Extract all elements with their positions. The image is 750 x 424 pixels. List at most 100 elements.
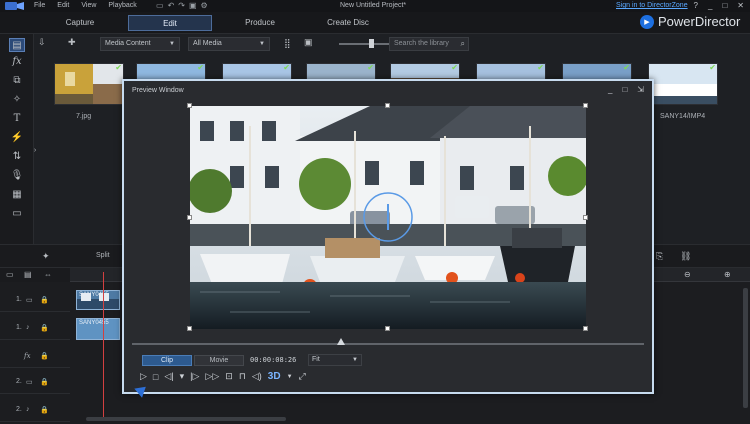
camera-icon[interactable]: ▣ <box>189 1 197 10</box>
zoom-out-icon[interactable]: ⊖ <box>684 270 691 279</box>
track-header-fx[interactable]: fx 🔒 <box>0 344 70 368</box>
menu-file[interactable]: File <box>34 0 45 12</box>
next-frame-icon[interactable]: |▷ <box>190 371 199 382</box>
snapshot-icon[interactable]: ⊡ <box>225 371 233 382</box>
resize-handle[interactable] <box>583 103 588 108</box>
lock-icon[interactable]: 🔒 <box>40 406 49 414</box>
timeline-playhead[interactable] <box>103 272 104 420</box>
chevron-down-icon[interactable]: ▼ <box>287 374 293 380</box>
menu-playback[interactable]: Playback <box>108 0 136 12</box>
menu-view[interactable]: View <box>81 0 96 12</box>
lock-icon[interactable]: 🔒 <box>40 378 49 386</box>
track-header-audio-1[interactable]: 1. ♪ 🔒 <box>0 316 70 340</box>
dock-button[interactable]: ⇲ <box>637 85 644 94</box>
export-icon[interactable]: ⎘ <box>656 251 663 262</box>
thumbnail-size-slider[interactable] <box>339 43 389 45</box>
maximize-button[interactable]: □ <box>622 85 627 94</box>
resize-handle[interactable] <box>583 326 588 331</box>
chevron-down-icon: ▼ <box>169 41 175 47</box>
chevron-down-icon: ▼ <box>259 41 265 47</box>
resize-handle[interactable] <box>187 326 192 331</box>
subtitle-room-icon[interactable]: ▭ <box>9 207 25 221</box>
minimize-button[interactable]: _ <box>608 85 612 94</box>
expand-arrow-icon[interactable]: › <box>31 144 39 158</box>
timecode-display[interactable]: 00:00:08:26 <box>250 354 304 366</box>
minimize-button[interactable]: _ <box>708 0 712 12</box>
voice-over-icon[interactable]: 🎙 <box>9 169 25 183</box>
title-bar: File Edit View Playback ▭ ↶ ↷ ▣ ⚙ New Un… <box>0 0 750 12</box>
split-button[interactable]: Split <box>96 252 110 259</box>
chapter-room-icon[interactable]: ▦ <box>9 188 25 202</box>
seek-knob[interactable] <box>337 338 345 345</box>
media-filter-dropdown[interactable]: All Media ▼ <box>188 37 270 51</box>
play-icon[interactable]: ▷ <box>140 371 147 382</box>
audio-mixing-icon[interactable]: ⇅ <box>9 150 25 164</box>
resize-handle[interactable] <box>187 215 192 220</box>
close-button[interactable]: ✕ <box>737 0 744 12</box>
fullscreen-monitor-icon[interactable]: ⊓ <box>239 371 246 382</box>
previous-frame-icon[interactable]: ◁| <box>164 371 173 382</box>
gear-icon[interactable]: ⚙ <box>201 1 208 10</box>
track-header-video-1[interactable]: 1. ▭ 🔒 <box>0 288 70 312</box>
media-thumbnail[interactable]: ✔ <box>648 63 718 105</box>
timeline-view-icon[interactable]: ▭ <box>6 270 14 279</box>
resize-handle[interactable] <box>187 103 192 108</box>
import-icon[interactable]: ⇩ <box>38 37 46 48</box>
media-content-dropdown[interactable]: Media Content ▼ <box>100 37 180 51</box>
video-frame[interactable] <box>190 106 586 329</box>
volume-icon[interactable]: ◁) <box>252 371 262 382</box>
signin-link[interactable]: Sign in to DirectorZone <box>616 0 688 12</box>
media-room-icon[interactable]: ▤ <box>9 38 25 52</box>
track-header-video-2[interactable]: 2. ▭ 🔒 <box>0 370 70 394</box>
track-header-audio-2[interactable]: 2. ♪ 🔒 <box>0 398 70 422</box>
resize-handle[interactable] <box>385 326 390 331</box>
resize-handle[interactable] <box>583 215 588 220</box>
preview-seek-bar[interactable] <box>132 343 644 345</box>
expand-icon[interactable]: ⤢ <box>299 371 306 382</box>
search-icon[interactable]: ⌕ <box>461 38 465 50</box>
zoom-in-icon[interactable]: ⊕ <box>724 270 731 279</box>
tab-capture[interactable]: Capture <box>38 15 122 31</box>
timeline-horizontal-scrollbar[interactable] <box>86 417 286 421</box>
help-button[interactable]: ? <box>694 0 698 12</box>
media-thumbnail[interactable]: ✔ <box>54 63 124 105</box>
small-thumb-icon[interactable]: ▣ <box>304 37 313 48</box>
video-clip[interactable]: SANY0455 <box>76 290 120 310</box>
maximize-button[interactable]: □ <box>722 0 727 12</box>
slider-knob[interactable] <box>369 39 374 48</box>
lock-icon[interactable]: 🔒 <box>40 324 49 332</box>
lock-icon[interactable]: 🔒 <box>40 352 49 360</box>
transition-room-icon[interactable]: ⚡ <box>9 131 25 145</box>
menu-edit[interactable]: Edit <box>57 0 69 12</box>
storyboard-view-icon[interactable]: ▤ <box>24 270 32 279</box>
redo-icon[interactable]: ↷ <box>178 1 185 10</box>
resize-handle[interactable] <box>385 103 390 108</box>
grid-view-icon[interactable]: ⣿ <box>284 38 291 49</box>
movie-mode-button[interactable]: Movie <box>194 355 244 366</box>
tab-edit[interactable]: Edit <box>128 15 212 31</box>
library-toolbar: ⇩ ✚ Media Content▼ All Media▼ ⣿ ▣ ▣ Sear… <box>34 34 750 54</box>
audio-clip[interactable]: SANY0455 <box>76 318 120 340</box>
audio-track-icon: ♪ <box>26 324 30 331</box>
fx-room-icon[interactable]: fx <box>9 55 25 69</box>
undo-icon[interactable]: ↶ <box>168 1 175 10</box>
split-marker-icon[interactable]: ▾ <box>180 371 185 382</box>
save-icon[interactable]: ▭ <box>156 1 164 10</box>
plugin-icon[interactable]: ✚ <box>68 37 76 48</box>
fast-forward-icon[interactable]: ▷▷ <box>205 371 219 382</box>
3d-toggle-button[interactable]: 3D <box>268 371 281 382</box>
clip-mode-button[interactable]: Clip <box>142 355 192 366</box>
tab-produce[interactable]: Produce <box>218 15 302 31</box>
particle-room-icon[interactable]: ✧ <box>9 93 25 107</box>
tools-icon[interactable]: ✦ <box>42 251 50 262</box>
tab-create-disc[interactable]: Create Disc <box>306 15 390 31</box>
title-room-icon[interactable]: T <box>9 112 25 126</box>
lock-icon[interactable]: 🔒 <box>40 296 49 304</box>
timeline-vertical-scrollbar[interactable] <box>743 288 748 408</box>
stop-icon[interactable]: □ <box>153 372 158 382</box>
link-icon[interactable]: ⛓ <box>680 251 691 262</box>
zoom-fit-dropdown[interactable]: Fit ▼ <box>308 354 362 366</box>
fit-timeline-icon[interactable]: ⇔ <box>44 270 52 279</box>
library-search-input[interactable]: Search the library ⌕ <box>389 37 469 51</box>
pip-room-icon[interactable]: ⧉ <box>9 74 25 88</box>
